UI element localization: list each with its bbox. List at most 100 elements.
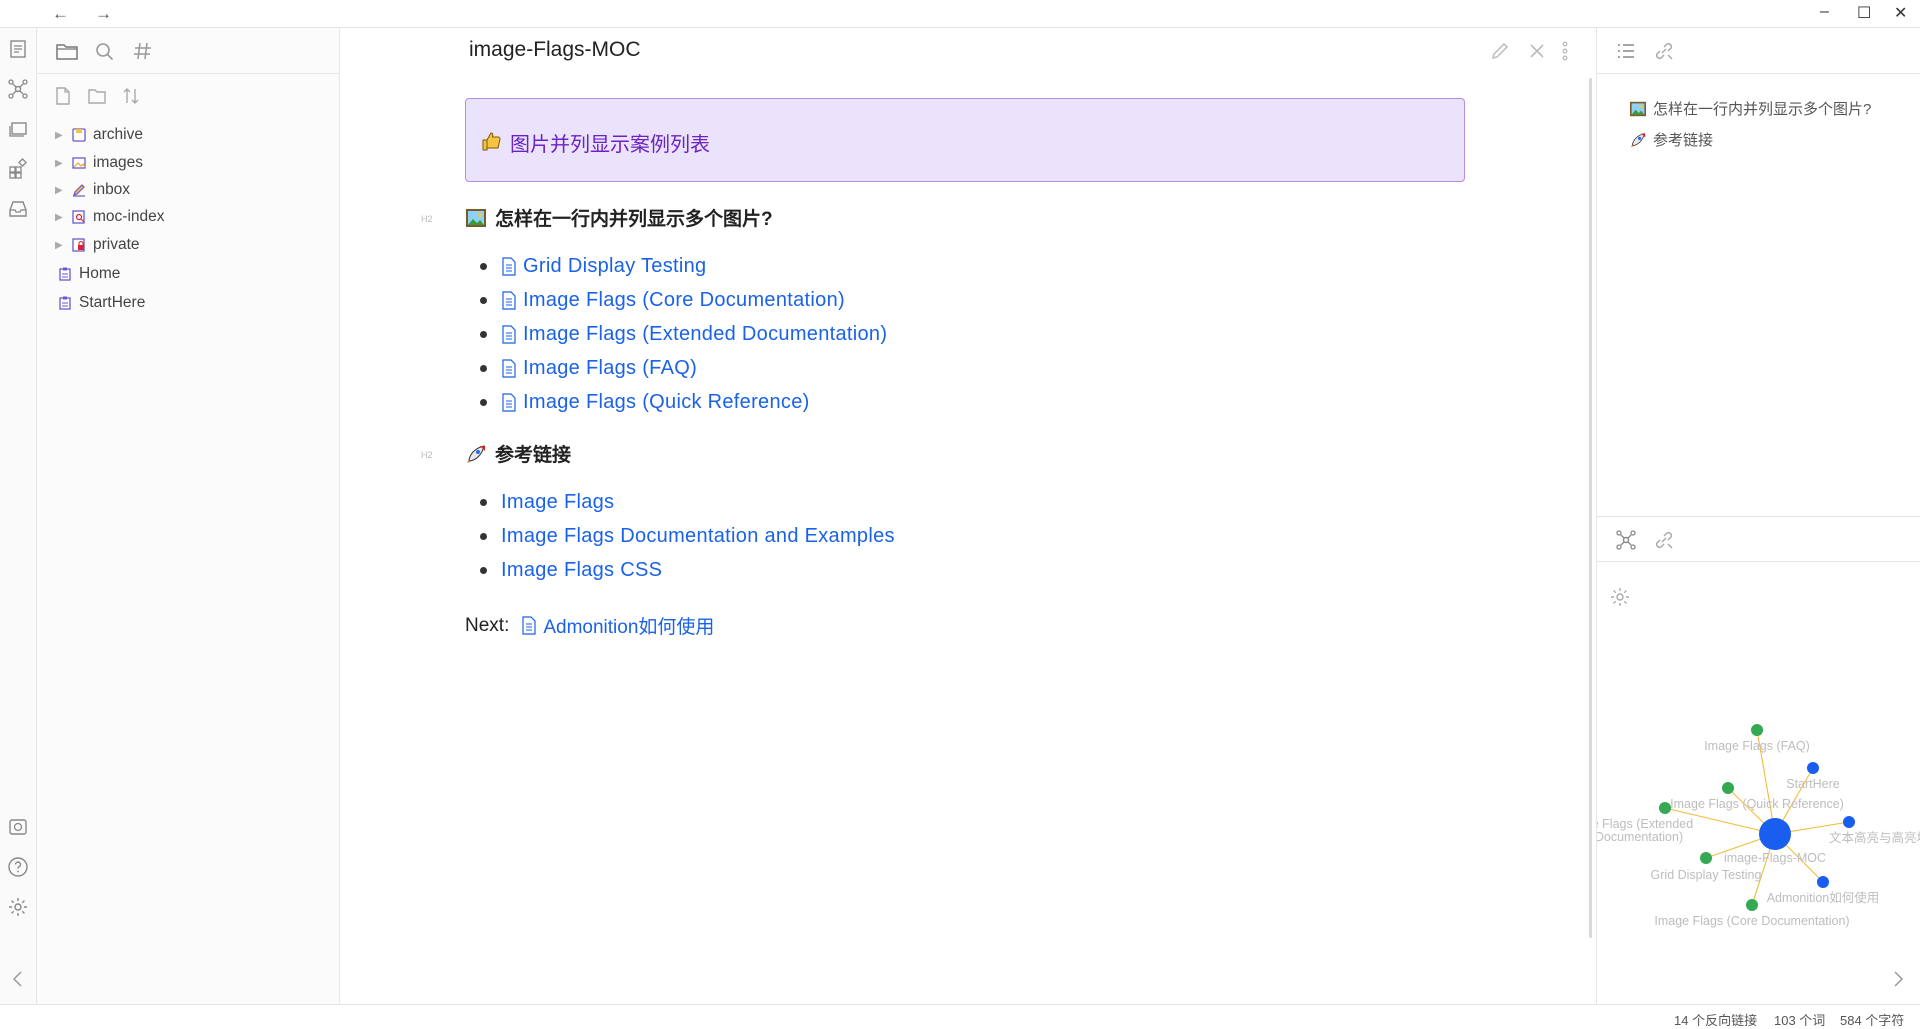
more-options-icon[interactable] [1554, 40, 1576, 62]
picture-icon [466, 208, 486, 227]
list-item[interactable]: Grid Display Testing [480, 252, 706, 280]
folder-tab-icon[interactable] [55, 40, 79, 62]
tree-item-label: images [93, 154, 143, 171]
list-item[interactable]: Image Flags [480, 488, 614, 516]
graph-node[interactable] [1843, 816, 1855, 828]
collapse-left-icon[interactable] [7, 968, 29, 990]
sort-icon[interactable] [121, 86, 141, 106]
heading-section2: 参考链接 [465, 440, 571, 467]
next-link[interactable]: Admonition如何使用 [521, 612, 714, 639]
graph-node[interactable] [1807, 762, 1819, 774]
close-icon[interactable] [1526, 40, 1548, 62]
list-item[interactable]: Image Flags Documentation and Examples [480, 522, 895, 550]
document-icon [502, 324, 516, 344]
external-link[interactable]: Image Flags CSS [501, 559, 662, 582]
graph-center-label: image-Flags-MOC [1724, 851, 1826, 865]
close-window-button[interactable]: ✕ [1894, 3, 1907, 23]
graph-node[interactable] [1700, 852, 1712, 864]
list-item[interactable]: Image Flags CSS [480, 556, 662, 584]
collapse-right-icon[interactable] [1887, 968, 1909, 990]
graph-center-node[interactable] [1759, 818, 1791, 850]
vault-icon[interactable] [7, 816, 29, 838]
word-count: 103 个词 [1774, 1013, 1826, 1028]
edit-pencil-icon[interactable] [1489, 40, 1511, 62]
local-graph[interactable]: Image Flags (FAQ) StartHere Image Flags (Q… [1597, 542, 1920, 962]
collapse-caret-icon[interactable]: ▶ [55, 240, 67, 251]
tree-item-label: Home [79, 265, 121, 282]
internal-link[interactable]: Image Flags (Quick Reference) [523, 391, 810, 414]
document-icon [502, 256, 516, 276]
editor-pane: image-Flags-MOC 图片并列显示案例列表 H2 怎样在一行内并列显示… [341, 28, 1596, 1004]
editor-scrollbar[interactable] [1589, 78, 1592, 938]
list-item[interactable]: Image Flags (Extended Documentation) [480, 320, 887, 348]
settings-gear-icon[interactable] [7, 896, 29, 918]
document-icon [502, 358, 516, 378]
internal-link[interactable]: Image Flags (Core Documentation) [523, 289, 845, 312]
rocket-icon [1630, 132, 1646, 147]
collapse-caret-icon[interactable]: ▶ [55, 212, 67, 223]
next-line: Next: Admonition如何使用 [465, 612, 714, 639]
outline-list-icon[interactable] [1615, 40, 1637, 62]
bullet [480, 331, 487, 338]
forward-arrow-icon[interactable]: → [95, 4, 112, 24]
tree-item-label: inbox [93, 181, 131, 198]
right-top-tabs [1597, 28, 1920, 74]
note-home[interactable]: Home [57, 261, 120, 287]
bullet [480, 567, 487, 574]
graph-node[interactable] [1722, 782, 1734, 794]
folder-images[interactable]: ▶ images [55, 150, 143, 176]
graph-node-label: Grid Display Testing [1651, 868, 1762, 882]
list-item[interactable]: Image Flags (FAQ) [480, 354, 697, 382]
search-icon[interactable] [93, 40, 117, 62]
graph-node[interactable] [1751, 724, 1763, 736]
next-link-text[interactable]: Admonition如何使用 [543, 612, 714, 639]
new-note-icon[interactable] [53, 86, 73, 106]
folder-moc-index[interactable]: ▶ moc-index [55, 204, 165, 230]
document-icon [502, 392, 516, 412]
link-off-icon[interactable] [1653, 40, 1675, 62]
tree-item-label: archive [93, 126, 143, 143]
tree-item-label: StartHere [79, 294, 146, 311]
collapse-caret-icon[interactable]: ▶ [55, 158, 67, 169]
list-item[interactable]: Image Flags (Quick Reference) [480, 388, 810, 416]
thumbs-up-icon [482, 132, 501, 151]
help-icon[interactable] [7, 856, 29, 878]
bullet [480, 365, 487, 372]
internal-link[interactable]: Grid Display Testing [523, 255, 706, 278]
folder-private[interactable]: ▶ private [55, 232, 140, 258]
collapse-caret-icon[interactable]: ▶ [55, 130, 67, 141]
backlinks-count[interactable]: 14 个反向链接 [1674, 1010, 1757, 1029]
graph-view-icon[interactable] [7, 78, 29, 100]
outline-item[interactable]: 参考链接 [1629, 129, 1713, 150]
switcher-icon[interactable] [7, 38, 29, 60]
graph-node[interactable] [1746, 899, 1758, 911]
back-arrow-icon[interactable]: ← [52, 4, 69, 24]
tag-hash-icon[interactable] [131, 40, 155, 62]
cards-icon[interactable] [7, 118, 29, 140]
minimize-button[interactable]: – [1820, 3, 1829, 21]
char-count: 584 个字符 [1840, 1013, 1905, 1028]
graph-node[interactable] [1817, 876, 1829, 888]
external-link[interactable]: Image Flags Documentation and Examples [501, 525, 895, 548]
heading-level-tag: H2 [421, 214, 433, 224]
folder-inbox[interactable]: ▶ inbox [55, 177, 130, 203]
maximize-button[interactable]: ☐ [1857, 3, 1871, 23]
folder-archive[interactable]: ▶ archive [55, 122, 143, 148]
external-link[interactable]: Image Flags [501, 491, 614, 514]
callout-text: 图片并列显示案例列表 [510, 134, 710, 156]
internal-link[interactable]: Image Flags (Extended Documentation) [523, 323, 887, 346]
inbox-tray-icon[interactable] [7, 198, 29, 220]
graph-node-label: Image Flags (FAQ) [1704, 739, 1810, 753]
outline-item[interactable]: 怎样在一行内并列显示多个图片? [1629, 98, 1871, 119]
internal-link[interactable]: Image Flags (FAQ) [523, 357, 697, 380]
heading-level-tag: H2 [421, 450, 433, 460]
collapse-caret-icon[interactable]: ▶ [55, 185, 67, 196]
lock-doc-icon [72, 238, 85, 252]
note-starthere[interactable]: StartHere [57, 290, 145, 316]
new-folder-icon[interactable] [87, 86, 107, 106]
explorer-toolbar [37, 74, 339, 118]
list-item[interactable]: Image Flags (Core Documentation) [480, 286, 845, 314]
grid-plugin-icon[interactable] [7, 158, 29, 180]
page-title[interactable]: image-Flags-MOC [469, 38, 641, 62]
bullet [480, 263, 487, 270]
